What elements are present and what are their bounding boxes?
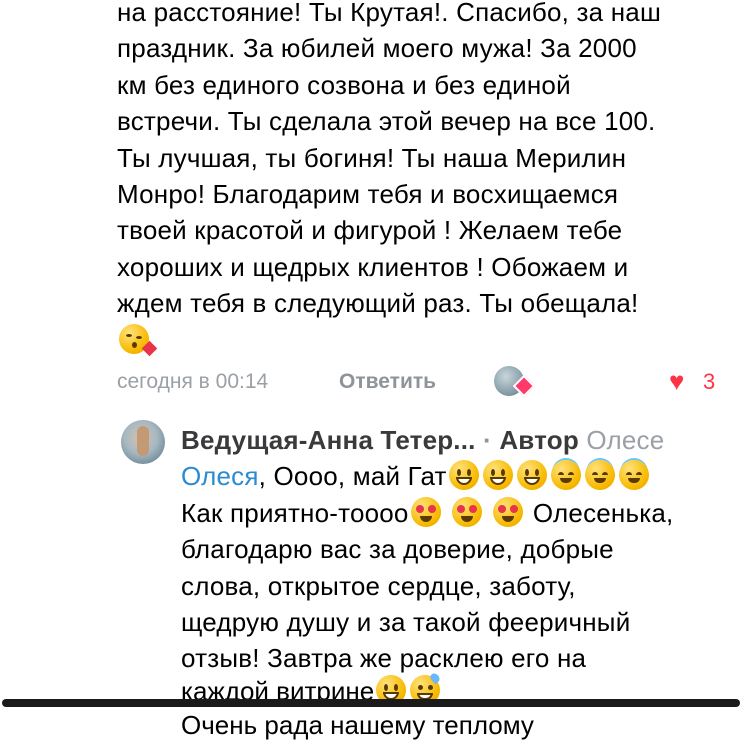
grinning-face-icon — [516, 460, 547, 491]
comment-line: твоей красотой и фигурой ! Желаем тебе — [117, 215, 623, 246]
reply-line: благодарю вас за доверие, добрые — [181, 534, 614, 565]
reply-comment: Ведущая-Анна Тетер... · Автор Олесе Олес… — [181, 422, 736, 677]
like-count: 3 — [703, 369, 716, 394]
comment-line: Ты лучшая, ты богиня! Ты наша Мерилин — [117, 142, 627, 173]
smiling-face-with-halo-icon — [550, 460, 581, 491]
avatar[interactable] — [121, 420, 165, 464]
comment-line: Монро! Благодарим тебя и восхищаемся — [117, 179, 619, 210]
reply-line: отзыв! Завтра же расклею его на — [181, 643, 587, 674]
reply-text: , Оооо, май Гат — [258, 461, 447, 492]
comment-line: праздник. За юбилей моего мужа! За 2000 — [117, 33, 637, 64]
comment-line: ждем тебя в следующий раз. Ты обещала! — [117, 288, 639, 319]
grinning-face-icon — [482, 460, 513, 491]
author-badge: Автор — [499, 425, 579, 455]
comment-line: на расстояние! Ты Крутая!. Спасибо, за н… — [117, 0, 662, 27]
mention-link[interactable]: Олеся — [181, 461, 259, 491]
heart-icon: ♥ — [669, 366, 685, 396]
face-blowing-kiss-icon — [119, 323, 158, 356]
heart-eyes-icon — [410, 496, 441, 527]
liker-avatar[interactable] — [494, 366, 536, 398]
reply-text: Как приятно-тоооо — [181, 497, 409, 528]
heart-eyes-icon — [493, 496, 524, 527]
divider — [2, 699, 740, 707]
comment-meta: сегодня в 00:14 Ответить ♥ 3 — [117, 366, 727, 400]
reply-to-name[interactable]: Олесе — [586, 425, 664, 455]
reply-line-next: Очень рада нашему теплому — [181, 710, 534, 740]
comment-timestamp: сегодня в 00:14 — [117, 370, 269, 393]
comment-body: на расстояние! Ты Крутая!. Спасибо, за н… — [117, 0, 737, 358]
heart-eyes-icon — [452, 496, 483, 527]
comment-line: встречи. Ты сделала этой вечер на все 10… — [117, 106, 656, 137]
reply-line: слова, открытое сердце, заботу, — [181, 570, 576, 601]
reply-text: Олесенька, — [532, 497, 674, 528]
grinning-face-icon — [448, 460, 479, 491]
reply-header: Ведущая-Анна Тетер... · Автор Олесе — [181, 422, 736, 458]
reply-button[interactable]: Ответить — [339, 370, 436, 394]
author-name[interactable]: Ведущая-Анна Тетер... — [181, 425, 476, 455]
smiling-face-with-halo-icon — [584, 460, 615, 491]
author-separator: · — [483, 425, 492, 455]
reply-line: щедрую душу и за такой фееричный — [181, 607, 631, 638]
heart-badge-icon — [512, 374, 536, 398]
like-button[interactable]: ♥ 3 — [669, 366, 729, 396]
comment-line: км без единого созвона и без единой — [117, 69, 571, 100]
smiling-face-with-halo-icon — [618, 460, 649, 491]
comment-line: хороших и щедрых клиентов ! Обожаем и — [117, 251, 629, 282]
